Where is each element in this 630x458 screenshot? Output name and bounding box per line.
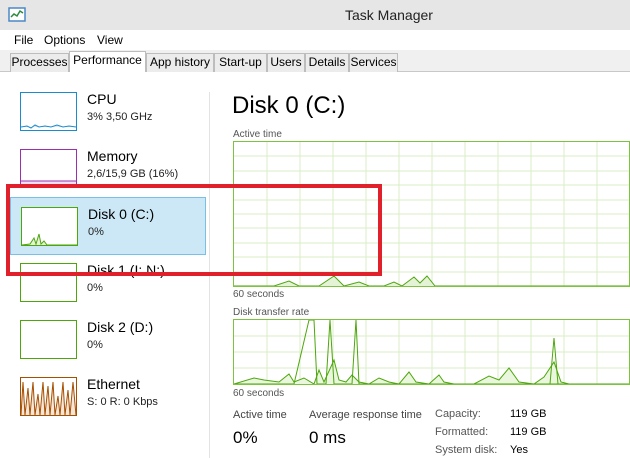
disk-2-thumbnail-graph [20, 320, 77, 359]
response-time-stat-label: Average response time [309, 409, 422, 421]
capacity-value: 119 GB [510, 408, 547, 420]
system-disk-label: System disk: [435, 444, 498, 456]
formatted-label: Formatted: [435, 426, 489, 438]
sidebar-item-sub: 3% 3,50 GHz [87, 111, 153, 123]
sidebar-item-label: CPU [87, 91, 117, 107]
menu-bar: File Options View [0, 30, 630, 50]
response-time-stat-value: 0 ms [309, 428, 346, 447]
sidebar-item-label: Ethernet [87, 376, 140, 392]
tab-details[interactable]: Details [305, 53, 349, 72]
tab-users[interactable]: Users [267, 53, 305, 72]
sidebar-item-sub: S: 0 R: 0 Kbps [87, 396, 158, 408]
tab-bar: Processes Performance App history Start-… [0, 50, 630, 73]
active-time-graph-label: Active time [233, 129, 282, 140]
capacity-label: Capacity: [435, 408, 481, 420]
tab-processes[interactable]: Processes [10, 53, 69, 72]
sidebar-item-label: Memory [87, 148, 138, 164]
formatted-value: 119 GB [510, 426, 547, 438]
memory-thumbnail-graph [20, 149, 77, 188]
active-time-stat-label: Active time [233, 409, 287, 421]
sidebar-item-label: Disk 2 (D:) [87, 319, 154, 335]
highlight-box [6, 184, 382, 276]
sidebar-item-sub: 2,6/15,9 GB (16%) [87, 168, 179, 180]
system-disk-value: Yes [510, 444, 528, 456]
menu-file[interactable]: File [14, 33, 33, 47]
page-title: Disk 0 (C:) [232, 92, 346, 119]
transfer-rate-graph [233, 319, 630, 385]
cpu-thumbnail-graph [20, 92, 77, 131]
sidebar-item-sub: 0% [87, 282, 103, 294]
sidebar-item-cpu[interactable]: CPU 3% 3,50 GHz [10, 83, 206, 141]
tab-services[interactable]: Services [349, 53, 398, 72]
tab-app-history[interactable]: App history [146, 53, 214, 72]
sidebar-item-sub: 0% [87, 339, 103, 351]
ethernet-thumbnail-graph [20, 377, 77, 416]
sidebar-item-ethernet[interactable]: Ethernet S: 0 R: 0 Kbps [10, 368, 206, 426]
graph-2-time-label: 60 seconds [233, 388, 285, 399]
title-bar: Task Manager [0, 0, 630, 30]
menu-view[interactable]: View [97, 33, 123, 47]
tab-performance[interactable]: Performance [69, 51, 146, 73]
menu-options[interactable]: Options [44, 33, 85, 47]
tab-start-up[interactable]: Start-up [214, 53, 267, 72]
active-time-stat-value: 0% [233, 428, 258, 447]
task-manager-icon [8, 7, 26, 22]
window-title: Task Manager [345, 7, 433, 23]
sidebar-item-disk-2[interactable]: Disk 2 (D:) 0% [10, 311, 206, 369]
graph-1-time-label: 60 seconds [233, 289, 285, 300]
transfer-rate-graph-label: Disk transfer rate [233, 307, 310, 318]
